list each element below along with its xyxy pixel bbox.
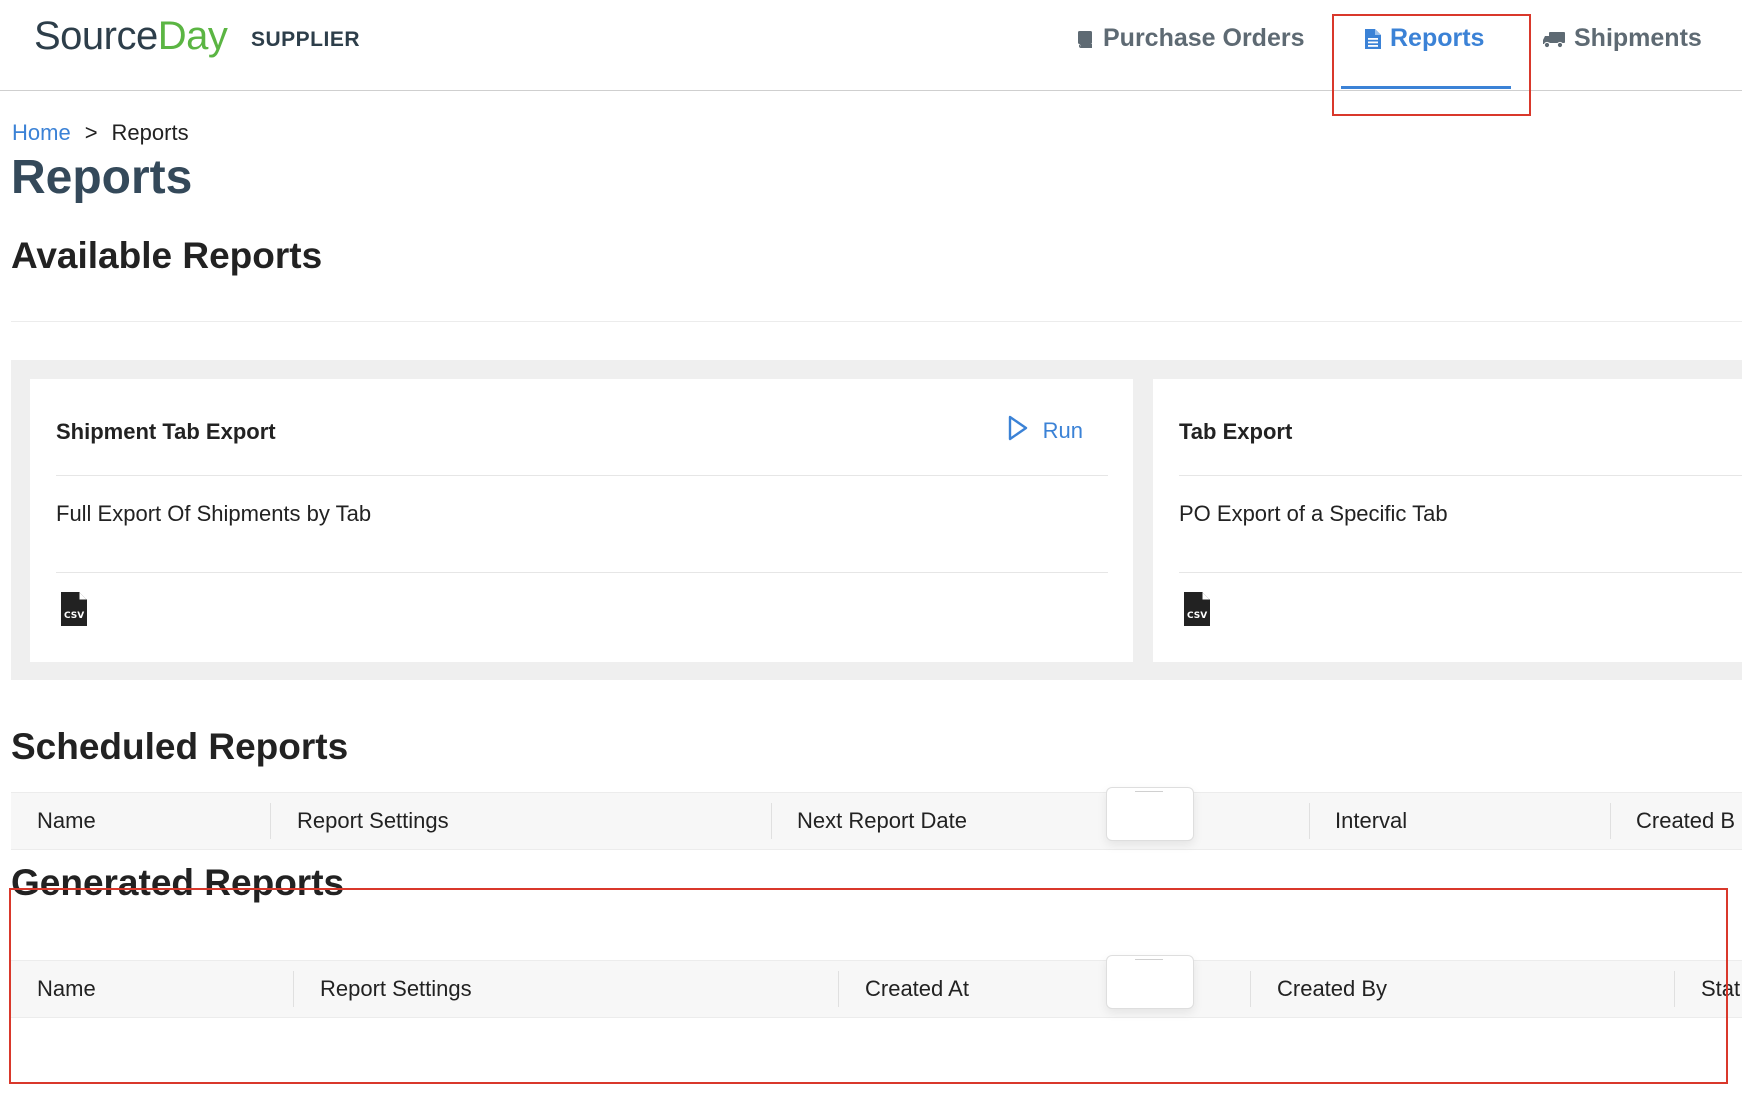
column-header-name[interactable]: Name <box>37 808 96 834</box>
breadcrumb: Home > Reports <box>12 120 189 146</box>
run-button-label: Run <box>1042 418 1083 443</box>
column-resize-handle[interactable] <box>1610 803 1611 839</box>
column-header-interval[interactable]: Interval <box>1335 808 1407 834</box>
report-card-description: Full Export Of Shipments by Tab <box>56 501 372 526</box>
csv-file-icon: CSV <box>1183 591 1211 632</box>
report-card-tab-export: Tab Export PO Export of a Specific Tab C… <box>1153 379 1742 662</box>
column-resize-handle[interactable] <box>771 803 772 839</box>
supplier-badge: SUPPLIER <box>251 28 361 51</box>
logo-text-source: Source <box>34 14 158 58</box>
report-card-description: PO Export of a Specific Tab <box>1179 501 1448 526</box>
play-outline-icon <box>1007 415 1029 447</box>
section-divider <box>11 321 1742 322</box>
reports-tab-highlight-box <box>1332 14 1531 116</box>
report-card-title: Tab Export <box>1179 419 1293 444</box>
card-divider <box>1179 572 1742 573</box>
nav-shipments[interactable]: Shipments <box>1542 24 1702 53</box>
breadcrumb-separator: > <box>84 120 98 145</box>
nav-purchase-orders[interactable]: Purchase Orders <box>1075 24 1305 53</box>
csv-file-icon: CSV <box>60 591 88 632</box>
available-reports-heading: Available Reports <box>11 235 323 276</box>
report-card-title: Shipment Tab Export <box>56 419 276 444</box>
column-resize-handle[interactable] <box>1309 803 1310 839</box>
column-resize-handle[interactable] <box>270 803 271 839</box>
column-header-report-settings[interactable]: Report Settings <box>297 808 449 834</box>
column-header-created-by[interactable]: Created B <box>1636 808 1735 834</box>
scheduled-reports-heading: Scheduled Reports <box>11 726 349 767</box>
logo-text-day: Day <box>157 14 228 58</box>
card-divider <box>56 572 1108 573</box>
card-divider <box>56 475 1108 476</box>
run-report-button[interactable]: Run <box>1007 415 1083 447</box>
nav-shipments-label: Shipments <box>1574 24 1702 52</box>
nav-purchase-orders-label: Purchase Orders <box>1103 24 1305 52</box>
svg-text:CSV: CSV <box>1187 611 1207 621</box>
card-divider <box>1179 475 1742 476</box>
sourceday-logo[interactable]: SourceDay <box>34 14 228 59</box>
generated-reports-highlight-box <box>9 888 1728 1084</box>
column-header-next-report-date[interactable]: Next Report Date <box>797 808 967 834</box>
svg-text:CSV: CSV <box>64 611 84 621</box>
book-icon <box>1075 29 1095 49</box>
empty-state-placeholder <box>1106 787 1194 841</box>
breadcrumb-current: Reports <box>111 120 189 145</box>
scheduled-reports-table-header: Name Report Settings Next Report Date In… <box>11 787 1742 850</box>
truck-icon <box>1542 29 1566 49</box>
page-title: Reports <box>11 151 193 204</box>
breadcrumb-home-link[interactable]: Home <box>12 120 71 145</box>
report-card-shipment-tab-export: Shipment Tab Export Run Full Export Of S… <box>30 379 1133 662</box>
